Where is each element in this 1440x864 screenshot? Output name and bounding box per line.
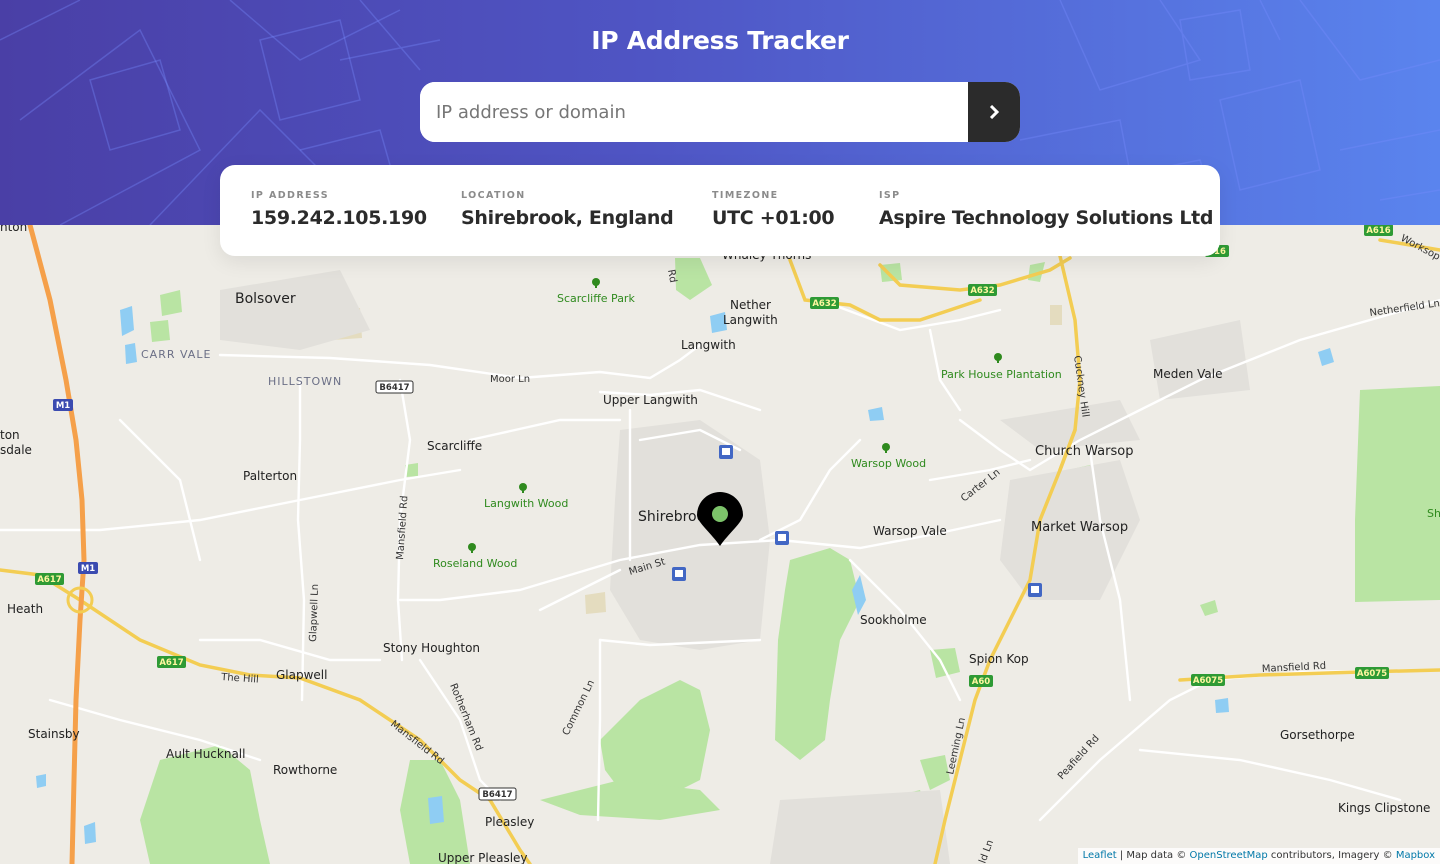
place-label: Heath [7, 602, 43, 616]
map-tiles[interactable]: Moor Ln Main St Mansfield Rd Mansfield R… [0, 225, 1440, 864]
svg-text:M1: M1 [56, 401, 70, 411]
place-label: Park House Plantation [941, 368, 1062, 381]
place-label: Stony Houghton [383, 641, 480, 655]
svg-text:A60: A60 [972, 677, 990, 687]
place-label: Bolsover [235, 291, 296, 307]
timezone-label: TIMEZONE [712, 190, 779, 201]
mapbox-link[interactable]: Mapbox [1396, 850, 1435, 861]
place-label: sdale [0, 443, 32, 457]
svg-text:A632: A632 [812, 299, 836, 309]
place-label: Gorsethorpe [1280, 728, 1355, 742]
svg-text:B6417: B6417 [482, 790, 512, 800]
place-label: Warsop Wood [851, 457, 926, 470]
timezone-section: TIMEZONE UTC +01:00 [712, 190, 835, 229]
shield-a6075: A6075 [1191, 674, 1225, 686]
road-label: Glapwell Ln [308, 584, 321, 642]
place-label: Langwith [681, 338, 736, 352]
place-label: HILLSTOWN [268, 375, 342, 388]
shield-a616: A616 [1364, 225, 1393, 236]
place-label: Upper Pleasley [438, 851, 528, 864]
leaflet-link[interactable]: Leaflet [1083, 850, 1117, 861]
ip-address-section: IP ADDRESS 159.242.105.190 [251, 190, 427, 229]
place-label: Ault Hucknall [166, 747, 245, 761]
svg-text:M1: M1 [81, 564, 95, 574]
train-station-icon [719, 445, 733, 459]
train-station-icon [1028, 583, 1042, 597]
shield-a632: A632 [968, 284, 997, 296]
search-submit-button[interactable] [968, 82, 1020, 142]
svg-text:A632: A632 [970, 286, 994, 296]
search-form [420, 82, 1020, 142]
place-label: Roseland Wood [433, 557, 517, 570]
shield-a632: A632 [810, 297, 839, 309]
place-label: Meden Vale [1153, 367, 1223, 381]
place-label: Sookholme [860, 613, 927, 627]
shield-b6417: B6417 [375, 380, 414, 394]
ip-search-input[interactable] [420, 82, 968, 142]
road-label: Moor Ln [490, 374, 530, 385]
place-label: Upper Langwith [603, 393, 698, 407]
place-label: Glapwell [276, 668, 327, 682]
place-label: Scarcliffe [427, 439, 482, 453]
isp-value: Aspire Technology Solutions Ltd [879, 207, 1214, 229]
shield-m1: M1 [53, 399, 73, 411]
place-label: Rowthorne [273, 763, 337, 777]
svg-text:A617: A617 [159, 658, 183, 668]
attribution-text: | Map data © [1116, 850, 1190, 861]
shield-a6075: A6075 [1355, 667, 1389, 679]
place-label: Warsop Vale [873, 524, 947, 538]
svg-text:A617: A617 [37, 575, 61, 585]
shield-a60: A60 [969, 675, 993, 687]
place-label: Market Warsop [1031, 520, 1128, 535]
train-station-icon [775, 531, 789, 545]
isp-label: ISP [879, 190, 901, 201]
svg-text:A616: A616 [1366, 226, 1390, 236]
place-label: Sh [1427, 507, 1440, 520]
road-label: Rd [665, 269, 678, 284]
attribution-text: contributors, Imagery © [1267, 850, 1396, 861]
shield-a617: A617 [157, 656, 186, 668]
place-label: Langwith Wood [484, 497, 568, 510]
svg-text:A6075: A6075 [1193, 676, 1223, 686]
map-view[interactable]: Moor Ln Main St Mansfield Rd Mansfield R… [0, 225, 1440, 864]
place-label: ton [0, 428, 20, 442]
place-label: Langwith [723, 313, 778, 327]
shield-b6417: B6417 [478, 787, 517, 801]
svg-text:B6417: B6417 [379, 383, 409, 393]
openstreetmap-link[interactable]: OpenStreetMap [1190, 850, 1268, 861]
place-label: Spion Kop [969, 652, 1029, 666]
location-section: LOCATION Shirebrook, England [461, 190, 674, 229]
page-title: IP Address Tracker [591, 26, 849, 55]
ip-address-value: 159.242.105.190 [251, 207, 427, 229]
place-label: Nether [730, 298, 771, 312]
location-label: LOCATION [461, 190, 526, 201]
map-attribution: Leaflet | Map data © OpenStreetMap contr… [1077, 848, 1440, 864]
place-label: CARR VALE [141, 348, 211, 361]
ip-info-card: IP ADDRESS 159.242.105.190 LOCATION Shir… [220, 165, 1220, 256]
ip-address-label: IP ADDRESS [251, 190, 329, 201]
train-station-icon [672, 567, 686, 581]
place-label: Scarcliffe Park [557, 292, 635, 305]
isp-section: ISP Aspire Technology Solutions Ltd [879, 190, 1214, 229]
timezone-value: UTC +01:00 [712, 207, 835, 229]
location-value: Shirebrook, England [461, 207, 674, 229]
chevron-right-icon [989, 105, 999, 119]
shield-m1: M1 [78, 562, 98, 574]
svg-text:A6075: A6075 [1357, 669, 1387, 679]
place-label: Church Warsop [1035, 444, 1133, 459]
place-label: Pleasley [485, 815, 534, 829]
place-label: Palterton [243, 469, 297, 483]
place-label: Stainsby [28, 727, 80, 741]
place-label: Kings Clipstone [1338, 801, 1430, 815]
shield-a617: A617 [35, 573, 64, 585]
place-label: nton [0, 225, 27, 234]
